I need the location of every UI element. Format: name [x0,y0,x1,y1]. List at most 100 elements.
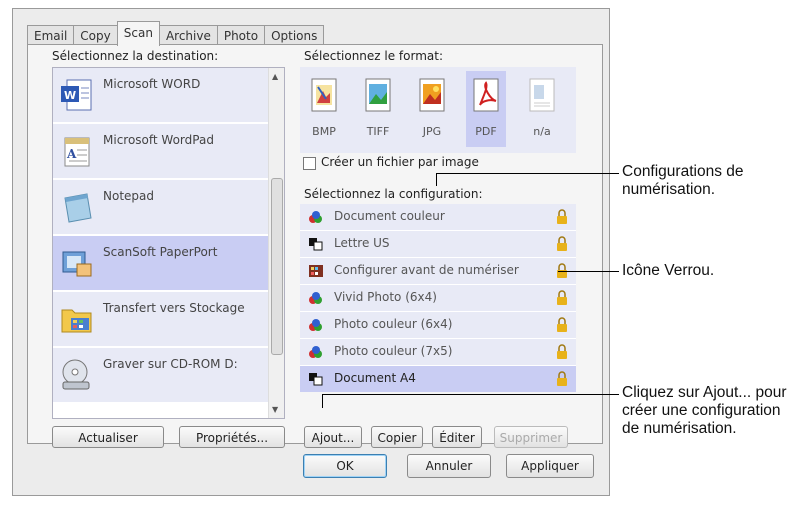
configuration-item-photo-6x4[interactable]: Photo couleur (6x4) [300,312,576,338]
lock-icon [557,344,567,359]
one-file-per-image-checkbox[interactable] [303,157,316,170]
callout-line-ajout-tick [322,394,323,408]
format-label-tiff: TIFF [366,125,390,138]
add-button[interactable]: Ajout... [304,426,362,448]
color-config-icon [309,292,322,304]
bw-config-icon [309,373,323,386]
callout-line-lock [558,271,619,272]
callout-line-ajout [322,394,619,395]
scroll-down-icon[interactable]: ▼ [272,405,278,414]
configuration-label: Document A4 [334,371,416,385]
notepad-icon [64,193,92,223]
destination-label-storage: Transfert vers Stockage [103,301,245,315]
scroll-up-icon[interactable]: ▲ [272,72,278,81]
tab-bar: Email Copy Scan Archive Photo Options [27,21,325,46]
color-config-icon [309,346,322,358]
destination-item-cd[interactable]: Graver sur CD-ROM D: [53,348,270,402]
callout-ajout: Cliquez sur Ajout... pour créer une conf… [622,384,787,437]
configuration-item-configurer[interactable]: Configurer avant de numériser [300,258,576,284]
apply-button[interactable]: Appliquer [506,454,594,478]
preconfigure-icon [309,265,323,277]
configuration-item-vivid-photo[interactable]: Vivid Photo (6x4) [300,285,576,311]
destination-label: Sélectionnez la destination: [52,49,219,63]
destination-item-paperport[interactable]: ScanSoft PaperPort [53,236,270,290]
tab-options[interactable]: Options [264,25,325,46]
scrollbar-thumb[interactable] [271,178,283,355]
bmp-icon [311,78,337,112]
callout-line-configurations-tick [436,173,437,186]
format-label-pdf: PDF [475,125,497,138]
configuration-list[interactable]: Document couleur Lettre US Configurer av… [300,204,576,392]
tiff-icon [365,78,391,112]
configuration-label: Photo couleur (6x4) [334,317,453,331]
configuration-label: Vivid Photo (6x4) [334,290,437,304]
tab-photo[interactable]: Photo [216,25,266,46]
format-bmp[interactable]: BMP [304,71,344,147]
properties-button[interactable]: Propriétés... [179,426,285,448]
word-icon: W [61,79,92,111]
tab-scan[interactable]: Scan [116,21,160,46]
pdf-icon [473,78,499,112]
lock-icon [557,236,567,251]
format-selector: BMP TIFF JPG PDF n/a [300,67,576,153]
callout-lock-icon: Icône Verrou. [622,262,715,279]
destination-label-cd: Graver sur CD-ROM D: [103,357,238,371]
format-jpg[interactable]: JPG [412,71,452,147]
configuration-label: Configurer avant de numériser [334,263,519,277]
wordpad-icon: A [64,137,90,167]
na-format-icon [529,78,555,112]
destination-label-paperport: ScanSoft PaperPort [103,245,218,259]
ok-button[interactable]: OK [303,454,387,478]
jpg-icon [419,78,445,112]
tab-email[interactable]: Email [27,25,75,46]
cd-burn-icon [62,359,90,390]
bw-config-icon [309,238,323,251]
paperport-icon [62,251,92,277]
lock-icon [557,317,567,332]
lock-icon [557,290,567,305]
format-tiff[interactable]: TIFF [358,71,398,147]
destination-item-notepad[interactable]: Notepad [53,180,270,234]
destination-scrollbar[interactable]: ▲ ▼ [268,68,284,418]
scan-configuration-dialog: Email Copy Scan Archive Photo Options Sé… [12,8,610,496]
configuration-label: Lettre US [334,236,390,250]
configuration-label: Document couleur [334,209,445,223]
destination-item-wordpad[interactable]: A Microsoft WordPad [53,124,270,178]
folder-icon [61,309,92,333]
tab-copy[interactable]: Copy [73,25,118,46]
configuration-label: Sélectionnez la configuration: [304,187,483,201]
configuration-item-photo-7x5[interactable]: Photo couleur (7x5) [300,339,576,365]
color-config-icon [309,211,322,223]
delete-button[interactable]: Supprimer [494,426,568,448]
svg-text:W: W [64,89,76,102]
destination-label-word: Microsoft WORD [103,77,201,91]
format-label-bmp: BMP [312,125,336,138]
destination-label-notepad: Notepad [103,189,154,203]
callout-configurations: Configurations de numérisation. [622,163,744,198]
copy-button[interactable]: Copier [371,426,423,448]
lock-icon [557,209,567,224]
destination-item-storage[interactable]: Transfert vers Stockage [53,292,270,346]
destination-item-word[interactable]: W Microsoft WORD [53,68,270,122]
format-label-na: n/a [533,125,551,138]
format-label: Sélectionnez le format: [304,49,444,63]
format-na[interactable]: n/a [522,71,562,147]
lock-icon [557,371,567,386]
scan-tab-panel: Sélectionnez la destination: Sélectionne… [27,44,603,448]
destination-label-wordpad: Microsoft WordPad [103,133,214,147]
configuration-label: Photo couleur (7x5) [334,344,453,358]
format-label-jpg: JPG [422,125,442,138]
configuration-item-document-a4[interactable]: Document A4 [300,366,576,392]
cancel-button[interactable]: Annuler [407,454,491,478]
configuration-item-lettre-us[interactable]: Lettre US [300,231,576,257]
configuration-item-document-couleur[interactable]: Document couleur [300,204,576,230]
format-pdf[interactable]: PDF [466,71,506,147]
one-file-per-image-label: Créer un fichier par image [321,155,479,169]
callout-line-configurations [436,173,619,174]
destination-list[interactable]: W Microsoft WORD A Microsoft WordPad Not… [52,67,285,419]
tab-archive[interactable]: Archive [158,25,218,46]
edit-button[interactable]: Éditer [432,426,482,448]
color-config-icon [309,319,322,331]
svg-text:A: A [66,147,77,161]
refresh-button[interactable]: Actualiser [52,426,164,448]
